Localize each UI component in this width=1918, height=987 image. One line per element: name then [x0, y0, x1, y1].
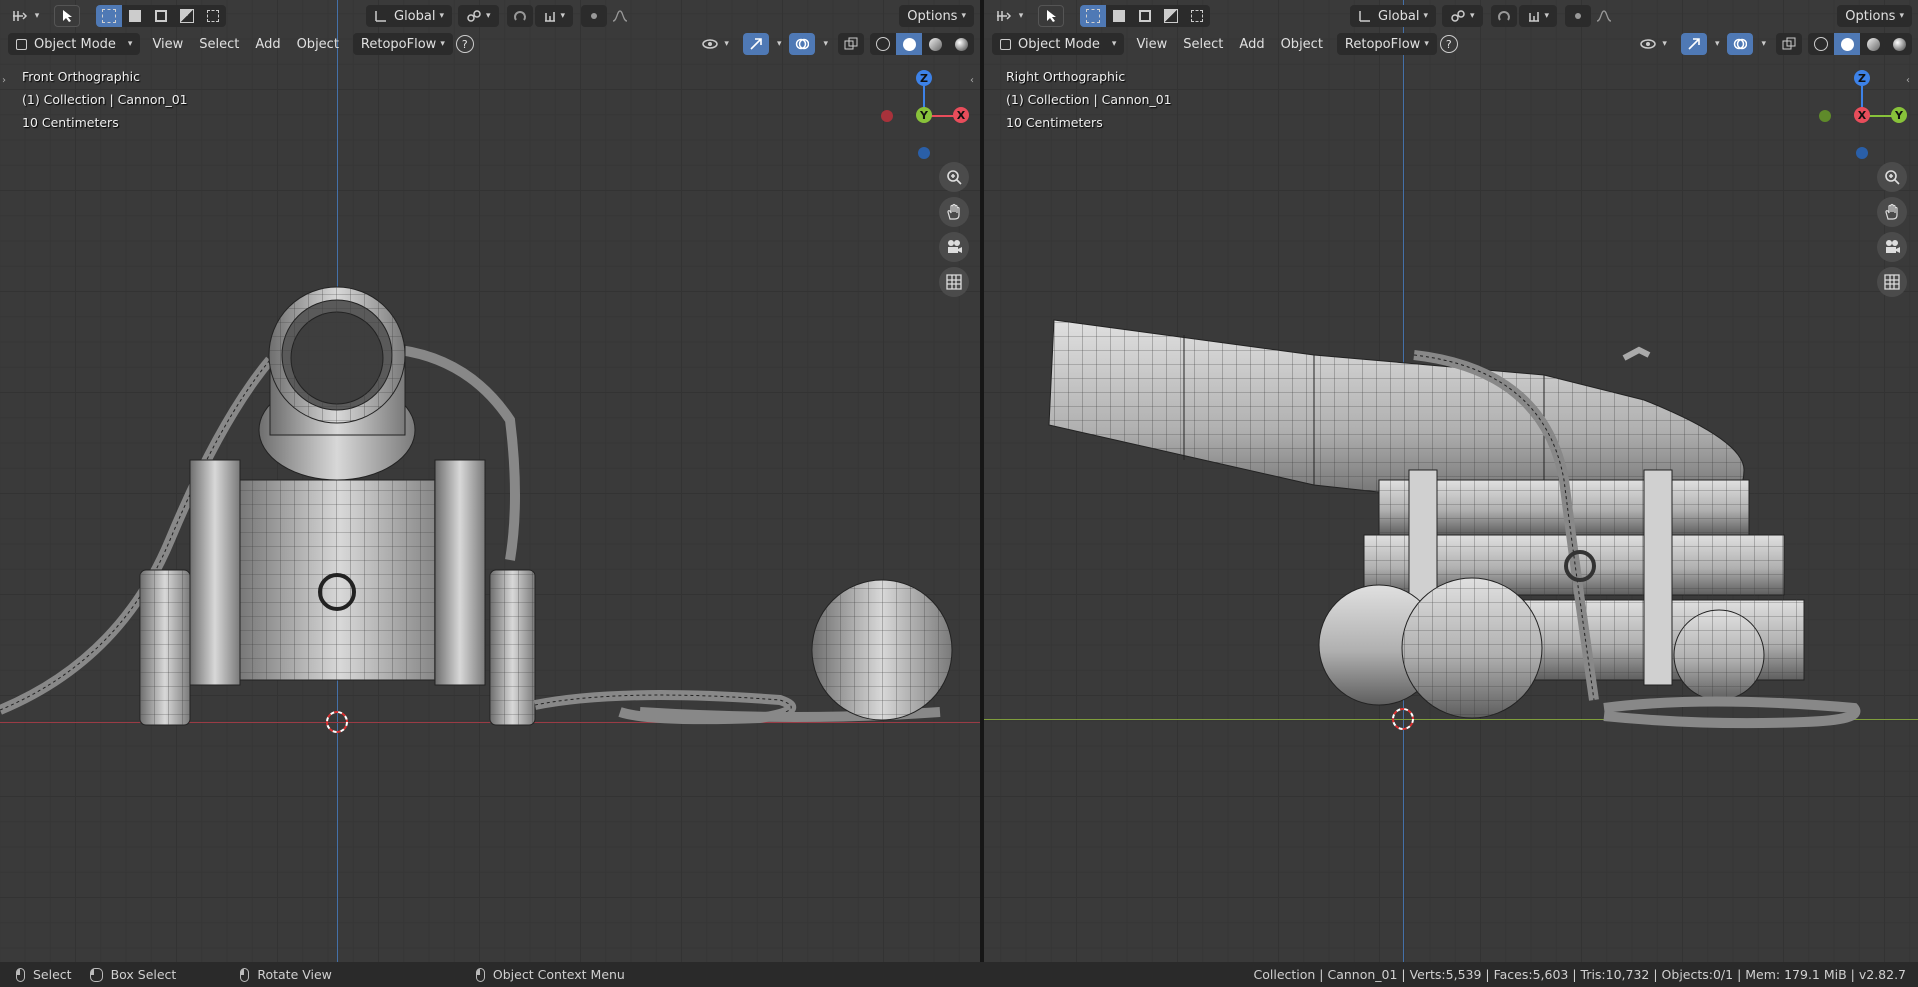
cannon-front-model[interactable] [0, 0, 980, 962]
hint-select: Select [16, 967, 72, 982]
hint-select-label: Select [33, 967, 72, 982]
mouse-icon [16, 967, 25, 982]
viewport-front[interactable]: ▾ Global ▾ ▾ ▾ Options ▾ Object Mode ▾ V… [0, 0, 980, 962]
hint-rotate-view-label: Rotate View [257, 967, 332, 982]
scene-stats: Collection | Cannon_01 | Verts:5,539 | F… [1253, 967, 1907, 982]
hint-context-menu-label: Object Context Menu [492, 967, 625, 982]
hint-box-select-label: Box Select [110, 967, 177, 982]
hint-box-select: Box Select [89, 967, 177, 982]
hint-rotate-view: Rotate View [240, 967, 332, 982]
mouse-icon [475, 967, 485, 982]
viewport-right[interactable]: ▾ Global ▾ ▾ ▾ Options ▾ Object Mode ▾ V… [984, 0, 1918, 962]
hint-context-menu: Object Context Menu [475, 967, 625, 982]
cannon-side-model[interactable] [984, 0, 1918, 962]
status-bar: Select Box Select Rotate View Object Con… [0, 962, 1918, 987]
mouse-icon [89, 967, 103, 982]
mouse-icon [240, 967, 250, 982]
